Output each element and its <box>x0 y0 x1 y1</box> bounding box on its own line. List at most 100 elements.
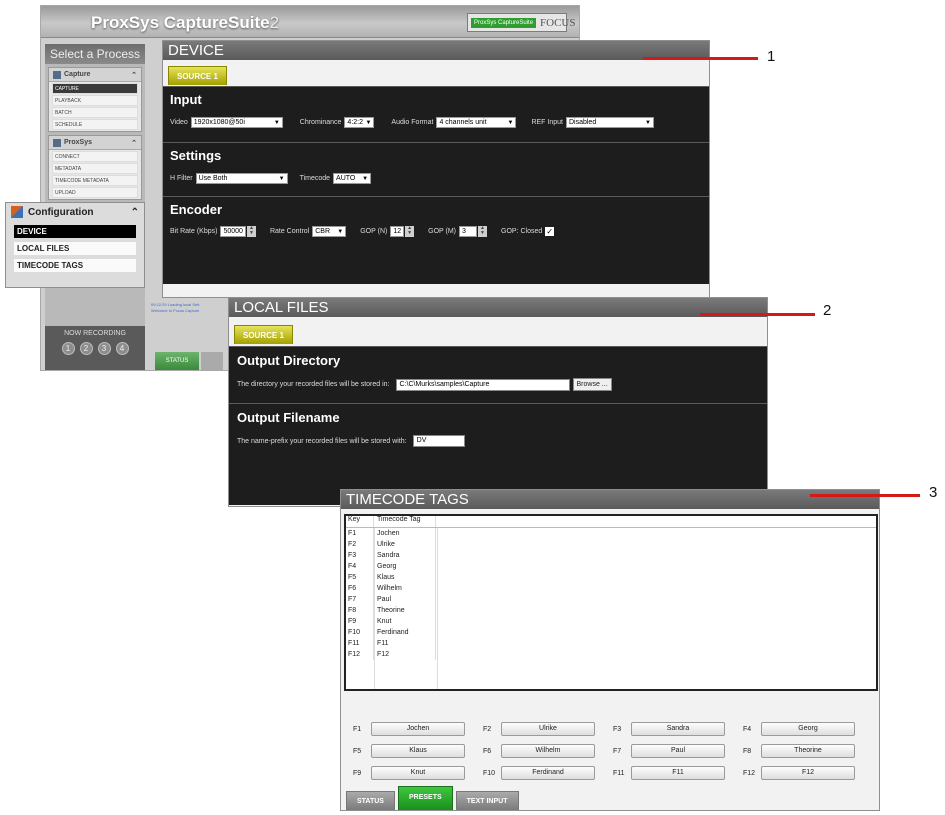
chrominance-select[interactable]: 4:2:2 ▼ <box>344 117 375 128</box>
tab-source-1[interactable]: SOURCE 1 <box>234 325 293 344</box>
gopn-value[interactable]: 12 <box>390 226 405 237</box>
tab-mini-second[interactable] <box>201 352 223 370</box>
rate-control-select[interactable]: CBR ▼ <box>312 226 347 237</box>
bottom-tabs: STATUS PRESETS TEXT INPUT <box>346 785 519 810</box>
tag-button-f4[interactable]: Georg <box>761 722 855 736</box>
hfilter-label: H Filter <box>170 175 193 182</box>
tag-button-f12[interactable]: F12 <box>761 766 855 780</box>
log-line: Welcome to Focus Capture <box>151 308 200 313</box>
process-item-timecode-metadata[interactable]: TIMECODE METADATA <box>52 175 138 186</box>
stepper-arrows-icon[interactable]: ▲ ▼ <box>246 226 256 237</box>
process-group-proxsys: ProxSys ⌃ CONNECT METADATA TIMECODE META… <box>48 135 142 200</box>
output-directory-section: Output Directory The directory your reco… <box>229 346 767 403</box>
bitrate-value[interactable]: 50000 <box>220 226 246 237</box>
tab-status-mini[interactable]: STATUS <box>155 352 199 370</box>
configuration-panel: Configuration ⌃ DEVICE LOCAL FILES TIMEC… <box>5 202 145 288</box>
tag-button-row: F9 Knut F10 Ferdinand F11 F11 F12 F12 <box>351 766 871 780</box>
encoder-section: Encoder Bit Rate (Kbps) 50000 ▲ ▼ Rate Con… <box>163 196 709 284</box>
tab-presets[interactable]: PRESETS <box>397 786 453 810</box>
process-group-label: ProxSys <box>64 139 93 146</box>
timecode-label: Timecode <box>299 175 331 182</box>
process-group-capture: Capture ⌃ CAPTURE PLAYBACK BATCH SCHEDUL… <box>48 67 142 132</box>
now-recording-label: NOW RECORDING <box>64 330 126 337</box>
gop-closed-checkbox[interactable]: ✓ <box>545 227 555 236</box>
column-header-key: Key <box>346 516 374 527</box>
configuration-icon <box>11 206 23 218</box>
chroma-value: 4:2:2 <box>347 119 363 126</box>
stepper-arrows-icon[interactable]: ▲ ▼ <box>405 226 415 237</box>
process-item-playback[interactable]: PLAYBACK <box>52 95 138 106</box>
audio-value: 4 channels unit <box>439 119 487 126</box>
process-group-header[interactable]: ProxSys ⌃ <box>49 136 141 150</box>
tag-button-f11[interactable]: F11 <box>631 766 725 780</box>
brand-version: 2 <box>269 13 280 32</box>
fkey-label: F4 <box>743 725 752 733</box>
bitrate-label: Bit Rate (Kbps) <box>170 228 218 235</box>
gopm-value[interactable]: 3 <box>459 226 478 237</box>
timecode-tags-panel: TIMECODE TAGS Key Timecode Tag F1 Jochen … <box>340 489 880 811</box>
fkey-label: F7 <box>613 747 622 755</box>
callout-number-1: 1 <box>767 48 776 65</box>
callout-number-2: 2 <box>823 302 832 319</box>
recording-slot-3[interactable]: 3 <box>97 342 111 355</box>
chevron-up-icon[interactable]: ⌃ <box>131 139 137 147</box>
process-item-upload[interactable]: UPLOAD <box>52 187 138 198</box>
input-section: Input Video 1920x1080@50i ▼ Chrominance 4… <box>163 86 709 142</box>
ref-value: Disabled <box>568 119 597 126</box>
fkey-label: F12 <box>743 769 756 777</box>
tag-button-f7[interactable]: Paul <box>631 744 725 758</box>
fkey-label: F6 <box>483 747 492 755</box>
recording-slot-4[interactable]: 4 <box>115 342 129 355</box>
device-source-tabs: SOURCE 1 <box>163 60 709 86</box>
timecode-select[interactable]: AUTO ▼ <box>333 173 372 184</box>
fkey-label: F5 <box>353 747 362 755</box>
column-header-tag: Timecode Tag <box>374 516 436 527</box>
audio-format-select[interactable]: 4 channels unit ▼ <box>436 117 517 128</box>
configuration-header[interactable]: Configuration ⌃ <box>6 203 144 221</box>
ref-label: REF Input <box>531 119 563 126</box>
video-label: Video <box>170 119 188 126</box>
tag-button-f5[interactable]: Klaus <box>371 744 465 758</box>
process-item-schedule[interactable]: SCHEDULE <box>52 119 138 130</box>
process-item-metadata[interactable]: METADATA <box>52 163 138 174</box>
gopn-stepper[interactable]: 12 ▲ ▼ <box>390 226 415 237</box>
recording-slot-2[interactable]: 2 <box>79 342 93 355</box>
ref-input-select[interactable]: Disabled ▼ <box>565 117 654 128</box>
process-item-batch[interactable]: BATCH <box>52 107 138 118</box>
process-item-capture[interactable]: CAPTURE <box>52 83 138 94</box>
tag-button-f1[interactable]: Jochen <box>371 722 465 736</box>
output-directory-field[interactable]: C:\C\Murks\samples\Capture <box>395 378 570 391</box>
process-group-header[interactable]: Capture ⌃ <box>49 68 141 82</box>
tag-button-f3[interactable]: Sandra <box>631 722 725 736</box>
tag-button-f8[interactable]: Theorine <box>761 744 855 758</box>
filename-prefix-field[interactable]: DV <box>412 435 465 447</box>
config-item-device[interactable]: DEVICE <box>14 225 136 238</box>
chevron-up-icon[interactable]: ⌃ <box>131 71 137 79</box>
tab-text-input[interactable]: TEXT INPUT <box>455 791 519 810</box>
gopm-stepper[interactable]: 3 ▲ ▼ <box>459 226 488 237</box>
process-item-connect[interactable]: CONNECT <box>52 151 138 162</box>
browse-button[interactable]: Browse ... <box>572 378 612 391</box>
tag-button-f10[interactable]: Ferdinand <box>501 766 595 780</box>
app-brand: ProxSys CaptureSuite2 <box>91 13 279 33</box>
tab-status[interactable]: STATUS <box>346 791 395 810</box>
bitrate-stepper[interactable]: 50000 ▲ ▼ <box>220 226 256 237</box>
local-files-panel: LOCAL FILES SOURCE 1 Output Directory Th… <box>228 297 768 507</box>
output-directory-heading: Output Directory <box>237 353 341 368</box>
stepper-arrows-icon[interactable]: ▲ ▼ <box>478 226 488 237</box>
fkey-label: F9 <box>353 769 362 777</box>
config-item-local-files[interactable]: LOCAL FILES <box>14 242 136 255</box>
config-item-timecode-tags[interactable]: TIMECODE TAGS <box>14 259 136 272</box>
hfilter-value: Use Both <box>198 175 228 182</box>
dropdown-arrow-icon: ▼ <box>507 119 514 126</box>
hfilter-select[interactable]: Use Both ▼ <box>195 173 288 184</box>
video-select[interactable]: 1920x1080@50i ▼ <box>190 117 283 128</box>
recording-slot-1[interactable]: 1 <box>61 342 75 355</box>
tab-source-1[interactable]: SOURCE 1 <box>168 66 227 85</box>
chevron-up-icon[interactable]: ⌃ <box>131 207 139 218</box>
tag-button-f9[interactable]: Knut <box>371 766 465 780</box>
focus-badge-text: FOCUS <box>540 16 576 29</box>
tag-button-f6[interactable]: Wilhelm <box>501 744 595 758</box>
output-filename-heading: Output Filename <box>237 410 340 425</box>
tag-button-f2[interactable]: Ulrike <box>501 722 595 736</box>
